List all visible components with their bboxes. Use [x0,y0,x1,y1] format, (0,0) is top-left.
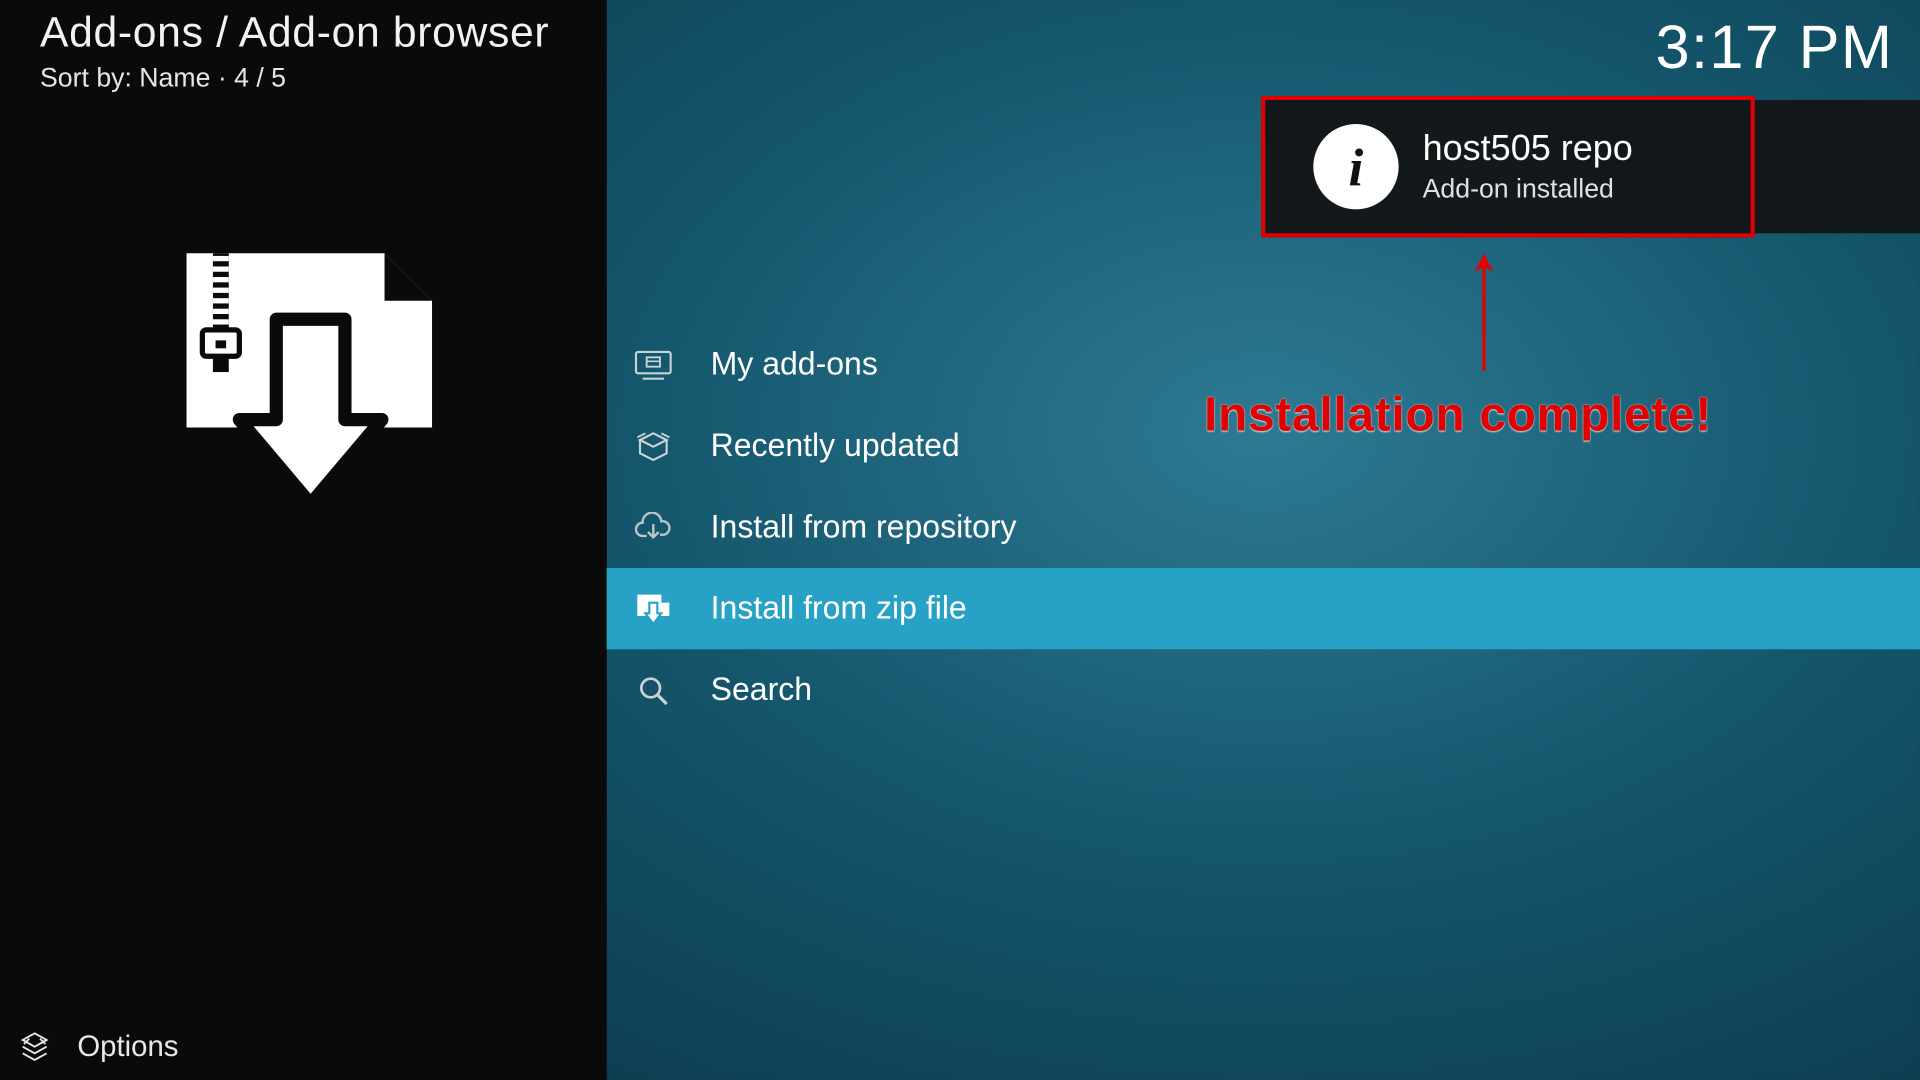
menu-item-label: My add-ons [711,346,878,383]
notification-toast[interactable]: i host505 repo Add-on installed [1261,96,1754,237]
notification-subtitle: Add-on installed [1423,175,1633,206]
info-icon: i [1313,124,1398,209]
breadcrumb: Add-ons / Add-on browser [40,8,549,57]
zip-file-artwork [173,248,437,512]
notification-background-extension [1755,100,1920,233]
menu-item-label: Search [711,671,812,708]
menu-item-label: Install from repository [711,509,1017,546]
options-icon [19,1031,51,1063]
sidebar: Add-ons / Add-on browser Sort by: Name ·… [0,0,607,1080]
annotation-arrow [1471,253,1498,373]
notification-title: host505 repo [1423,128,1633,169]
options-label: Options [77,1029,178,1064]
menu-item-install-from-repository[interactable]: Install from repository [607,487,1920,568]
sort-indicator: Sort by: Name · 4 / 5 [40,64,286,95]
clock: 3:17 PM [1656,11,1894,83]
monitor-box-icon [633,345,673,385]
menu-item-label: Install from zip file [711,590,967,627]
menu-item-install-from-zip-file[interactable]: Install from zip file [607,568,1920,649]
cloud-download-icon [633,507,673,547]
addon-menu: My add-ons Recently updated Install from… [607,324,1920,731]
menu-item-search[interactable]: Search [607,649,1920,730]
menu-item-label: Recently updated [711,427,960,464]
annotation-text: Installation complete! [1204,387,1712,443]
options-button[interactable]: Options [19,1029,179,1064]
open-box-icon [633,426,673,466]
zip-file-icon [633,589,673,629]
search-icon [633,670,673,710]
